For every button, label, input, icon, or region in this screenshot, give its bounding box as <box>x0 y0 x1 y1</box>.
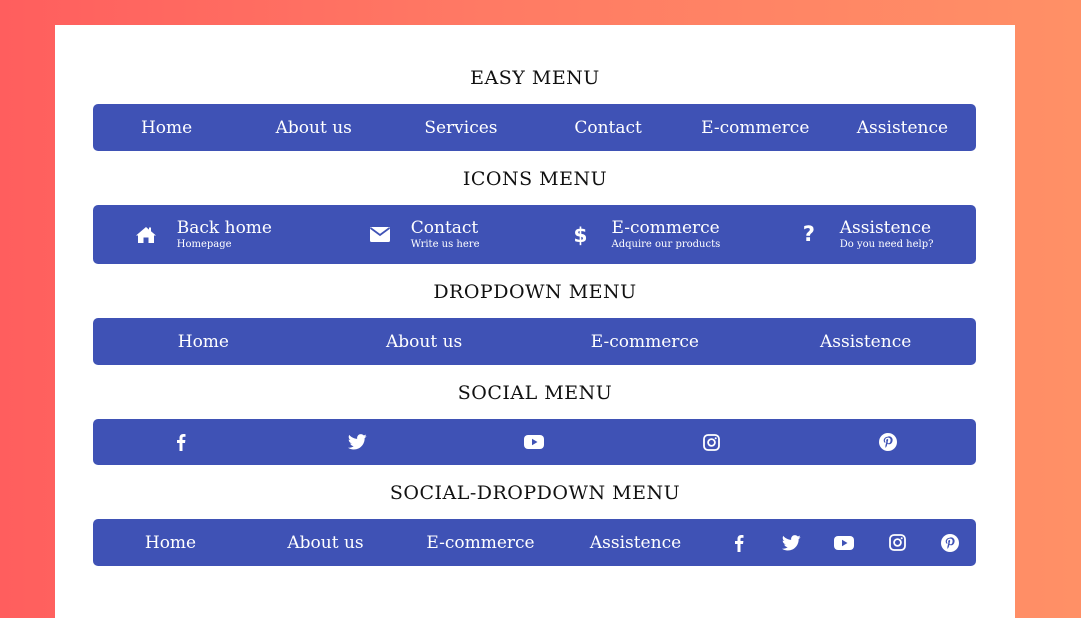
pinterest-icon[interactable] <box>799 433 976 451</box>
dropdown-menu-bar: Home About us E-commerce Assistence <box>93 318 976 365</box>
easy-menu-item-contact[interactable]: Contact <box>535 118 682 138</box>
easy-menu-item-e-commerce[interactable]: E-commerce <box>682 118 829 138</box>
social-dropdown-item-home[interactable]: Home <box>93 533 248 553</box>
envelope-icon <box>369 224 391 246</box>
social-dropdown-icon-group <box>713 533 976 552</box>
icons-menu-title: ICONS MENU <box>462 168 608 190</box>
easy-menu-item-about-us[interactable]: About us <box>240 118 387 138</box>
instagram-icon[interactable] <box>871 534 924 551</box>
pinterest-icon[interactable] <box>923 533 976 552</box>
easy-menu-title: EASY MENU <box>470 67 600 89</box>
dropdown-menu-title: DROPDOWN MENU <box>433 281 637 303</box>
social-menu-bar <box>93 419 976 465</box>
icons-menu-item-assistence[interactable]: ? Assistence Do you need help? <box>755 217 976 250</box>
icons-menu-sublabel: Write us here <box>410 238 480 250</box>
facebook-icon[interactable] <box>713 534 766 552</box>
menu-card: EASY MENU Home About us Services Contact… <box>55 25 1015 618</box>
icons-menu-sublabel: Homepage <box>176 238 232 250</box>
dollar-icon: $ <box>573 222 588 247</box>
youtube-icon[interactable] <box>818 535 871 550</box>
home-icon <box>135 224 157 246</box>
dropdown-menu-item-e-commerce[interactable]: E-commerce <box>535 332 756 352</box>
social-dropdown-item-e-commerce[interactable]: E-commerce <box>403 533 558 553</box>
icons-menu-bar: Back home Homepage Contact Write us here… <box>93 205 976 264</box>
social-dropdown-menu-title: SOCIAL-DROPDOWN MENU <box>389 482 681 504</box>
social-dropdown-item-about-us[interactable]: About us <box>248 533 403 553</box>
dropdown-menu-item-assistence[interactable]: Assistence <box>755 332 976 352</box>
twitter-icon[interactable] <box>270 434 447 450</box>
facebook-icon[interactable] <box>93 433 270 451</box>
icons-menu-item-e-commerce[interactable]: $ E-commerce Adquire our products <box>535 217 756 250</box>
twitter-icon[interactable] <box>766 534 819 551</box>
icons-menu-item-back-home[interactable]: Back home Homepage <box>93 217 314 250</box>
youtube-icon[interactable] <box>446 435 623 449</box>
icons-menu-label: Contact <box>410 217 479 238</box>
social-dropdown-item-assistence[interactable]: Assistence <box>558 533 713 553</box>
dropdown-menu-item-home[interactable]: Home <box>93 332 314 352</box>
icons-menu-sublabel: Do you need help? <box>839 238 934 250</box>
icons-menu-label: Assistence <box>839 217 932 238</box>
icons-menu-item-contact[interactable]: Contact Write us here <box>314 217 535 250</box>
social-menu-title: SOCIAL MENU <box>457 382 613 404</box>
instagram-icon[interactable] <box>623 433 800 451</box>
social-dropdown-text-group: Home About us E-commerce Assistence <box>93 533 713 553</box>
dropdown-menu-item-about-us[interactable]: About us <box>314 332 535 352</box>
easy-menu-item-assistence[interactable]: Assistence <box>829 118 976 138</box>
social-dropdown-menu-bar: Home About us E-commerce Assistence <box>93 519 976 566</box>
question-icon: ? <box>802 222 815 246</box>
easy-menu-item-home[interactable]: Home <box>93 118 240 138</box>
easy-menu-bar: Home About us Services Contact E-commerc… <box>93 104 976 151</box>
icons-menu-label: Back home <box>176 217 272 238</box>
easy-menu-item-services[interactable]: Services <box>387 118 534 138</box>
icons-menu-sublabel: Adquire our products <box>611 238 721 250</box>
icons-menu-label: E-commerce <box>611 217 720 238</box>
